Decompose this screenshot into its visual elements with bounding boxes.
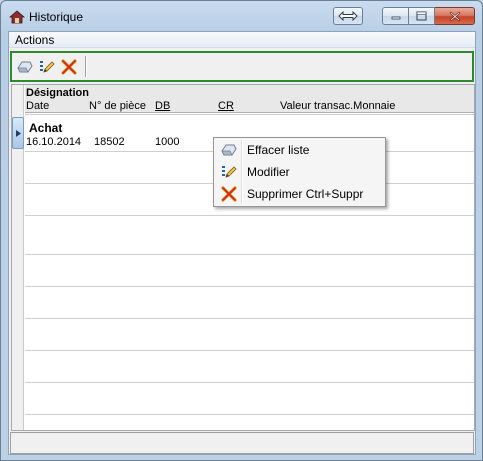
delete-icon[interactable] — [60, 58, 78, 76]
menu-item-modifier[interactable]: Modifier — [216, 161, 383, 183]
menu-item-label: Modifier — [247, 165, 290, 179]
maximize-button[interactable] — [409, 7, 435, 25]
grid-header: Désignation Date N° de pièce DB CR Valeu… — [25, 85, 474, 113]
toolbar — [10, 51, 474, 82]
eraser-icon — [220, 141, 238, 159]
row-separator — [25, 414, 474, 415]
minimize-button[interactable] — [382, 7, 409, 25]
edit-icon[interactable] — [38, 58, 56, 76]
row-indicator-column — [12, 85, 24, 430]
row-designation: Achat — [29, 121, 63, 135]
menu-item-supprimer[interactable]: Supprimer Ctrl+Suppr — [216, 183, 383, 205]
eraser-icon[interactable] — [16, 58, 34, 76]
minimize-icon — [391, 16, 400, 20]
row-separator — [25, 254, 474, 255]
row-separator — [25, 382, 474, 383]
row-separator — [25, 215, 474, 216]
header-date[interactable]: Date — [26, 100, 49, 112]
delete-icon — [220, 185, 238, 203]
menu-actions[interactable]: Actions — [15, 33, 54, 47]
row-db: 1000 — [155, 136, 180, 148]
header-db[interactable]: DB — [155, 100, 170, 112]
swap-window-button[interactable] — [333, 7, 363, 25]
historique-window: Historique Actions Désignation Date N° d… — [0, 0, 483, 461]
header-piece-number[interactable]: N° de pièce — [89, 100, 146, 112]
close-icon — [449, 11, 460, 21]
row-separator — [25, 286, 474, 287]
client-area: Actions Désignation Date N° de pièce DB … — [8, 31, 476, 455]
edit-icon — [220, 163, 238, 181]
app-icon — [8, 10, 26, 24]
context-menu: Effacer liste Modifier Supprimer Ctrl+Su… — [213, 137, 386, 207]
close-button[interactable] — [435, 7, 475, 25]
row-separator — [25, 318, 474, 319]
toolbar-separator — [85, 56, 86, 77]
row-date: 16.10.2014 — [26, 136, 82, 148]
header-cr[interactable]: CR — [218, 100, 234, 112]
title-bar[interactable]: Historique — [1, 1, 482, 31]
menu-item-effacer-liste[interactable]: Effacer liste — [216, 139, 383, 161]
row-pointer-icon — [15, 129, 21, 137]
current-row-indicator[interactable] — [12, 117, 24, 149]
row-separator — [25, 114, 474, 115]
row-piece-number: 18502 — [94, 136, 125, 148]
menu-item-label: Supprimer Ctrl+Suppr — [247, 187, 364, 201]
menu-item-label: Effacer liste — [247, 143, 310, 157]
menu-bar: Actions — [9, 32, 475, 48]
double-arrow-icon — [338, 11, 358, 21]
window-title: Historique — [29, 10, 84, 24]
row-separator — [25, 350, 474, 351]
maximize-icon — [416, 11, 427, 21]
header-transaction-value[interactable]: Valeur transac.Monnaie — [280, 100, 395, 112]
status-bar — [10, 432, 474, 454]
header-designation[interactable]: Désignation — [26, 87, 89, 99]
